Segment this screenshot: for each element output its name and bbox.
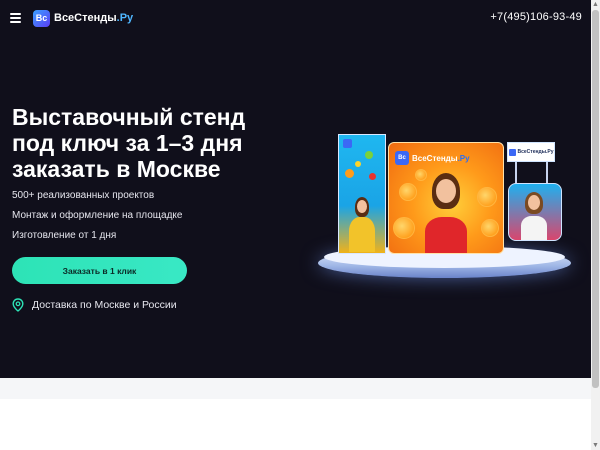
fruit-shape [369, 173, 376, 180]
hero-title-line-3: заказать в Москве [12, 156, 221, 182]
backwall-logo-name: ВсеСтенды [412, 153, 458, 163]
hero-title-line-2: под ключ за 1–3 дня [12, 130, 243, 156]
fruit-shape [365, 151, 373, 159]
fruit-shape [355, 161, 361, 167]
exhibition-stand-image: Вс ВсеСтенды .Ру ВсеСтенды.Ру [310, 128, 590, 328]
delivery-text: Доставка по Москве и России [32, 299, 177, 311]
orange-shape [399, 183, 417, 201]
delivery-info: Доставка по Москве и России [12, 298, 177, 312]
counter-logo-icon [508, 148, 516, 156]
orange-shape [393, 217, 415, 239]
counter-sign: ВсеСтенды.Ру [507, 142, 555, 162]
hero-title: Выставочный стенд под ключ за 1–3 дня за… [12, 104, 312, 182]
counter-logo-text: ВсеСтенды.Ру [517, 149, 554, 155]
rollup-person [349, 197, 375, 252]
backwall-person [423, 173, 469, 253]
scroll-up-icon[interactable]: ▲ [591, 0, 600, 9]
counter-person [519, 192, 549, 240]
counter-sign-pole [515, 160, 517, 184]
backwall-banner: Вс ВсеСтенды .Ру [388, 142, 504, 254]
orange-shape [477, 187, 497, 207]
backwall-logo: Вс ВсеСтенды .Ру [395, 151, 470, 165]
feature-item-installation: Монтаж и оформление на площадке [12, 210, 183, 221]
rollup-logo-icon [343, 139, 352, 148]
menu-icon[interactable] [10, 13, 21, 23]
logo-name: ВсеСтенды [54, 12, 117, 24]
scroll-down-icon[interactable]: ▼ [591, 441, 600, 450]
feature-item-production: Изготовление от 1 дня [12, 230, 117, 241]
hero-title-line-1: Выставочный стенд [12, 104, 246, 130]
location-pin-icon [12, 298, 24, 312]
site-header: Вс ВсеСтенды .Ру +7(495)106-93-49 [0, 0, 591, 36]
rollup-banner [338, 134, 386, 254]
backwall-logo-tld: .Ру [457, 153, 470, 163]
section-divider [0, 378, 591, 399]
logo-badge: Вс [33, 9, 50, 27]
phone-link[interactable]: +7(495)106-93-49 [490, 11, 582, 23]
feature-item-projects: 500+ реализованных проектов [12, 190, 155, 201]
feature-list: 500+ реализованных проектов Монтаж и офо… [12, 190, 182, 250]
hero-section: Выставочный стенд под ключ за 1–3 дня за… [0, 36, 591, 378]
counter-sign-pole [546, 160, 548, 184]
page: Вс ВсеСтенды .Ру +7(495)106-93-49 Выстав… [0, 0, 591, 450]
fruit-shape [345, 169, 354, 178]
order-one-click-button[interactable]: Заказать в 1 клик [12, 257, 187, 284]
orange-shape [481, 219, 499, 237]
site-logo[interactable]: Вс ВсеСтенды .Ру [33, 9, 133, 27]
scrollbar-thumb[interactable] [592, 10, 599, 388]
promo-counter [508, 183, 562, 241]
page-scrollbar[interactable]: ▲ ▼ [591, 0, 600, 450]
logo-tld: .Ру [116, 12, 134, 24]
backwall-logo-badge: Вс [395, 151, 409, 165]
